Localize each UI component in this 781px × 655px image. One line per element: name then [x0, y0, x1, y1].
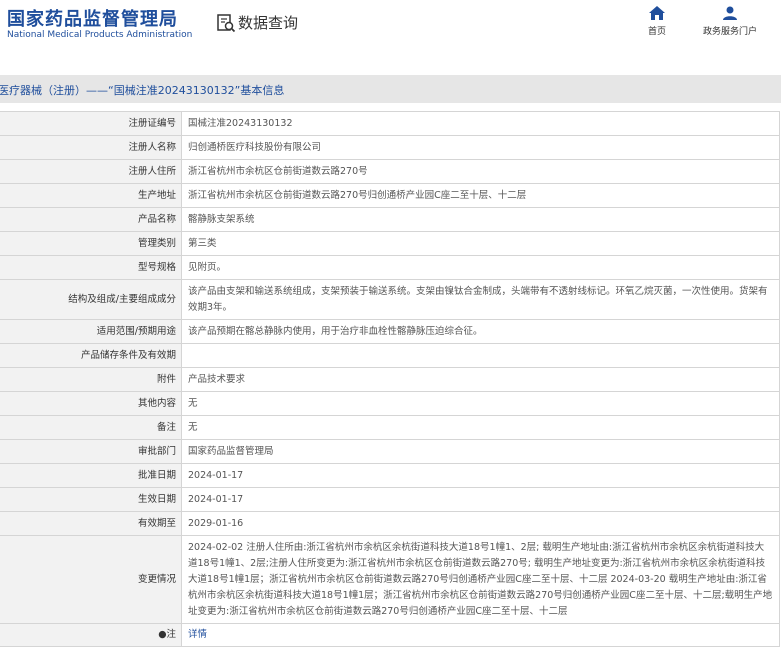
row-value: 2024-02-02 注册人住所由:浙江省杭州市余杭区余杭街道科技大道18号1幢…	[181, 535, 780, 624]
row-label: 产品名称	[0, 207, 182, 232]
table-row: 有效期至 2029-01-16	[0, 511, 780, 536]
data-query-icon	[217, 13, 236, 32]
table-row: 产品名称 髂静脉支架系统	[0, 207, 780, 232]
site-logo-subtitle[interactable]: National Medical Products Administration	[7, 30, 192, 40]
table-row: 型号规格 见附页。	[0, 255, 780, 280]
row-value: 产品技术要求	[181, 367, 780, 392]
data-query-heading: 数据查询	[216, 12, 298, 33]
row-value: 浙江省杭州市余杭区仓前街道数云路270号归创通桥产业园C座二至十层、十二层	[181, 183, 780, 208]
row-label: 适用范围/预期用途	[0, 319, 182, 344]
row-label: 产品储存条件及有效期	[0, 343, 182, 368]
row-value	[181, 343, 780, 368]
row-label: 生产地址	[0, 183, 182, 208]
row-label: 结构及组成/主要组成成分	[0, 279, 182, 320]
row-label: 生效日期	[0, 487, 182, 512]
table-row: 产品储存条件及有效期	[0, 343, 780, 368]
row-value: 国械注准20243130132	[181, 111, 780, 136]
row-value: 2029-01-16	[181, 511, 780, 536]
row-label: 附件	[0, 367, 182, 392]
table-row: 注册人名称 归创通桥医疗科技股份有限公司	[0, 135, 780, 160]
row-value: 无	[181, 415, 780, 440]
row-value: 见附页。	[181, 255, 780, 280]
row-label: 注册证编号	[0, 111, 182, 136]
table-row: 审批部门 国家药品监督管理局	[0, 439, 780, 464]
nav-gov-service-label: 政务服务门户	[703, 27, 758, 37]
data-query-title: 数据查询	[238, 14, 299, 32]
user-icon	[723, 6, 737, 20]
site-logo-title[interactable]: 国家药品监督管理局	[7, 5, 178, 31]
table-row: 生效日期 2024-01-17	[0, 487, 780, 512]
detail-link[interactable]: 详情	[188, 629, 207, 640]
row-value: 该产品预期在髂总静脉内使用，用于治疗非血栓性髂静脉压迫综合征。	[181, 319, 780, 344]
row-label: 注册人名称	[0, 135, 182, 160]
table-row: 生产地址 浙江省杭州市余杭区仓前街道数云路270号归创通桥产业园C座二至十层、十二…	[0, 183, 780, 208]
table-row: 适用范围/预期用途 该产品预期在髂总静脉内使用，用于治疗非血栓性髂静脉压迫综合征。	[0, 319, 780, 344]
table-row: 注册人住所 浙江省杭州市余杭区仓前街道数云路270号	[0, 159, 780, 184]
row-value: 髂静脉支架系统	[181, 207, 780, 232]
nav-home[interactable]: 首页	[648, 6, 666, 37]
row-value: 2024-01-17	[181, 463, 780, 488]
page-title: 医疗器械（注册）——“国械注准20243130132”基本信息	[0, 84, 285, 97]
table-row: 其他内容无	[0, 391, 780, 416]
row-label: 型号规格	[0, 255, 182, 280]
table-row: 附件 产品技术要求	[0, 367, 780, 392]
site-header: 国家药品监督管理局 National Medical Products Admi…	[0, 0, 781, 60]
home-icon	[649, 6, 665, 20]
nav-home-label: 首页	[648, 27, 667, 37]
row-label: 审批部门	[0, 439, 182, 464]
info-table: 注册证编号 国械注准20243130132 注册人名称 归创通桥医疗科技股份有限公司…	[0, 111, 780, 647]
table-row: 结构及组成/主要组成成分 该产品由支架和输送系统组成，支架预装于输送系统。支架由镍…	[0, 279, 780, 320]
row-value: 国家药品监督管理局	[181, 439, 780, 464]
row-value: 浙江省杭州市余杭区仓前街道数云路270号	[181, 159, 780, 184]
row-value: 2024-01-17	[181, 487, 780, 512]
row-label: 批准日期	[0, 463, 182, 488]
page-title-bar: 医疗器械（注册）——“国械注准20243130132”基本信息	[0, 75, 781, 103]
row-label: ●注	[0, 623, 182, 647]
row-value: 该产品由支架和输送系统组成，支架预装于输送系统。支架由镍钛合金制成，头端带有不透…	[181, 279, 780, 320]
row-label: 备注	[0, 415, 182, 440]
row-label: 其他内容	[0, 391, 182, 416]
row-label: 注册人住所	[0, 159, 182, 184]
row-label: 管理类别	[0, 231, 182, 256]
table-row: 批准日期 2024-01-17	[0, 463, 780, 488]
table-row: 管理类别 第三类	[0, 231, 780, 256]
row-label: 有效期至	[0, 511, 182, 536]
table-row: 注册证编号 国械注准20243130132	[0, 111, 780, 136]
row-label: 变更情况	[0, 535, 182, 624]
row-value: 归创通桥医疗科技股份有限公司	[181, 135, 780, 160]
row-value: 无	[181, 391, 780, 416]
table-row: 变更情况 2024-02-02 注册人住所由:浙江省杭州市余杭区余杭街道科技大道1…	[0, 535, 780, 624]
row-value: 第三类	[181, 231, 780, 256]
nav-gov-service[interactable]: 政务服务门户	[703, 6, 757, 37]
table-row: ●注 详情	[0, 623, 780, 647]
table-row: 备注无	[0, 415, 780, 440]
